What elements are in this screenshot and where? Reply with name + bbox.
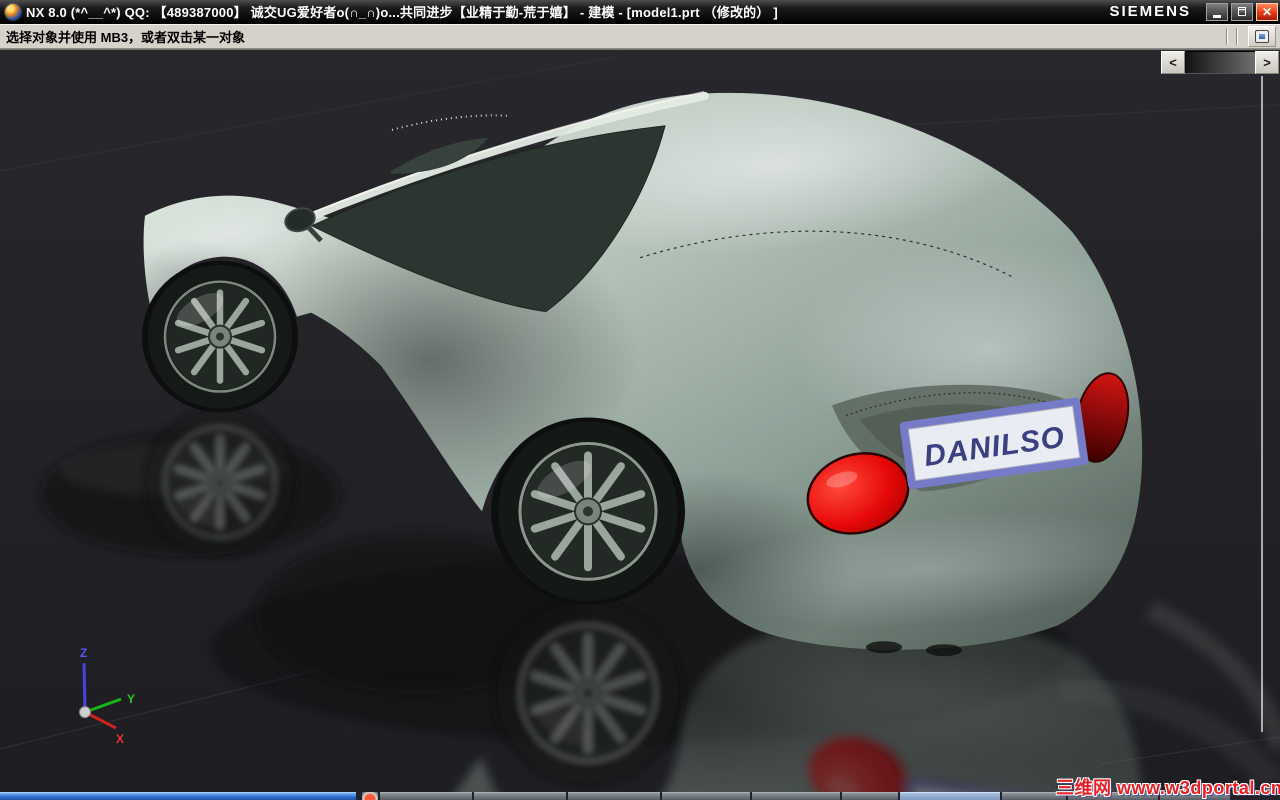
watermark-text: 三维网 www.w3dportal.cn — [1056, 778, 1280, 798]
nx-application-window: NX 8.0 (*^__^*) QQ: 【489387000】 诚交UG爱好者o… — [0, 0, 1280, 800]
taskbar-button[interactable] — [842, 792, 898, 800]
triad-origin — [79, 706, 91, 719]
axis-y-label: Y — [127, 692, 135, 706]
pane-scrollbar: < > — [1161, 51, 1279, 74]
close-button[interactable]: ✕ — [1256, 2, 1278, 21]
scroll-right-button[interactable]: > — [1255, 51, 1279, 74]
restore-icon — [1238, 7, 1246, 16]
nx-app-icon — [5, 3, 21, 20]
taskbar-button[interactable] — [662, 792, 750, 800]
close-icon: ✕ — [1261, 4, 1273, 19]
titlebar: NX 8.0 (*^__^*) QQ: 【489387000】 诚交UG爱好者o… — [0, 0, 1280, 24]
axis-x-label: X — [116, 732, 124, 746]
taskbar-button[interactable] — [752, 792, 840, 800]
window-title: NX 8.0 (*^__^*) QQ: 【489387000】 诚交UG爱好者o… — [26, 5, 778, 20]
taskbar-button[interactable] — [474, 792, 566, 800]
taskbar-app-icon[interactable] — [362, 792, 378, 800]
fit-view-button[interactable] — [1248, 26, 1276, 47]
minimize-icon — [1213, 14, 1221, 18]
minimize-button[interactable] — [1206, 2, 1228, 21]
status-bar: 选择对象并使用 MB3，或者双击某一对象 — [0, 24, 1280, 49]
siemens-logo: SIEMENS — [1109, 3, 1191, 20]
taskbar-active-app[interactable] — [0, 792, 356, 800]
axis-z-label: Z — [80, 646, 87, 660]
taskbar-button[interactable] — [568, 792, 660, 800]
axis-z — [82, 663, 87, 713]
statusbar-divider — [1226, 28, 1228, 45]
statusbar-divider — [1236, 28, 1238, 45]
car-3d-scene[interactable]: DANILSO — [0, 50, 1280, 792]
taskbar-button-active[interactable] — [900, 792, 1000, 800]
taskbar-button[interactable] — [380, 792, 472, 800]
restore-button[interactable] — [1231, 2, 1253, 21]
scroll-left-button[interactable]: < — [1161, 51, 1185, 74]
scrollbar-track[interactable] — [1185, 51, 1255, 74]
graphics-viewport[interactable]: DANILSO — [0, 49, 1280, 792]
prompt-text: 选择对象并使用 MB3，或者双击某一对象 — [6, 30, 246, 45]
fit-view-icon — [1255, 30, 1269, 43]
